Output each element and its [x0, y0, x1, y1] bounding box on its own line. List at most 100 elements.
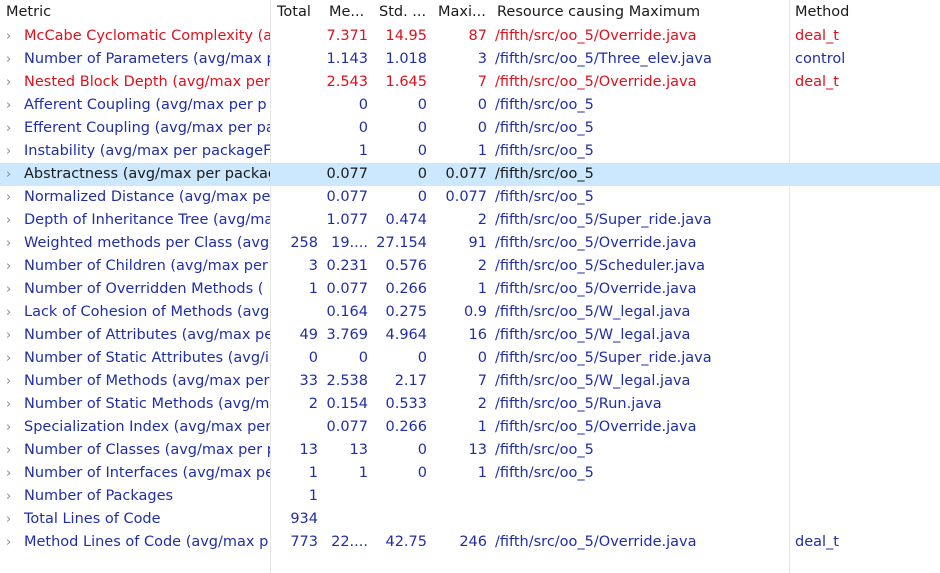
- column-header-total[interactable]: Total: [270, 0, 322, 25]
- mean-cell: 19....: [331, 235, 368, 251]
- table-row[interactable]: › Efferent Coupling (avg/max per pa 0 0 0/fi…: [0, 117, 940, 140]
- table-row[interactable]: › Instability (avg/max per packageFr 1 0 1/f…: [0, 140, 940, 163]
- chevron-right-icon[interactable]: ›: [6, 140, 24, 163]
- total-cell: 258: [290, 235, 318, 251]
- chevron-right-icon[interactable]: ›: [6, 416, 24, 439]
- chevron-right-icon[interactable]: ›: [6, 347, 24, 370]
- method-cell: [789, 140, 940, 163]
- chevron-right-icon[interactable]: ›: [6, 25, 24, 48]
- metrics-table: Metric Total Me... Std. ... Maxi... Reso…: [0, 0, 940, 573]
- chevron-right-icon[interactable]: ›: [6, 393, 24, 416]
- metric-label: Efferent Coupling (avg/max per pa: [24, 120, 270, 136]
- chevron-right-icon[interactable]: ›: [6, 485, 24, 508]
- column-header-maximum[interactable]: Maxi...: [431, 0, 491, 25]
- chevron-right-icon[interactable]: ›: [6, 439, 24, 462]
- mean-cell: 0: [358, 350, 368, 366]
- chevron-right-icon[interactable]: ›: [6, 163, 24, 186]
- mean-cell: [322, 485, 372, 508]
- chevron-right-icon[interactable]: ›: [6, 71, 24, 94]
- chevron-right-icon[interactable]: ›: [6, 255, 24, 278]
- mean-cell: 0.164: [326, 304, 368, 320]
- table-row[interactable]: › Number of Parameters (avg/max p 1.143 1.0…: [0, 48, 940, 71]
- resource-cell: /fifth/src/oo_5/Override.java: [495, 534, 697, 550]
- total-cell: 13: [299, 442, 318, 458]
- std-dev-cell: 4.964: [385, 327, 427, 343]
- std-dev-cell: 0: [417, 189, 427, 205]
- chevron-right-icon[interactable]: ›: [6, 186, 24, 209]
- metric-cell: › Weighted methods per Class (avg: [0, 232, 270, 255]
- maximum-cell: [431, 508, 491, 531]
- metric-cell: › Normalized Distance (avg/max pe: [0, 186, 270, 209]
- total-cell: [270, 163, 322, 186]
- table-row[interactable]: › Lack of Cohesion of Methods (avg 0.164 0.…: [0, 301, 940, 324]
- method-cell: [789, 186, 940, 209]
- mean-cell: 1.077: [326, 212, 368, 228]
- chevron-right-icon[interactable]: ›: [6, 117, 24, 140]
- column-header-method[interactable]: Method: [789, 0, 940, 25]
- chevron-right-icon[interactable]: ›: [6, 508, 24, 531]
- resource-cell: /fifth/src/oo_5/W_legal.java: [495, 304, 691, 320]
- mean-cell: 0.077: [326, 166, 368, 182]
- total-cell: 1: [308, 488, 318, 504]
- std-dev-cell: 1.018: [385, 51, 427, 67]
- total-cell: [270, 209, 322, 232]
- table-row[interactable]: › Number of Interfaces (avg/max pe 1 1 0 1/fi…: [0, 462, 940, 485]
- chevron-right-icon[interactable]: ›: [6, 531, 24, 554]
- method-cell: [789, 347, 940, 370]
- chevron-right-icon[interactable]: ›: [6, 48, 24, 71]
- mean-cell: 13: [349, 442, 368, 458]
- table-row[interactable]: › Specialization Index (avg/max per 0.077 0…: [0, 416, 940, 439]
- table-row[interactable]: › Number of Children (avg/max per 3 0.231 0.…: [0, 255, 940, 278]
- column-header-std-dev[interactable]: Std. ...: [372, 0, 431, 25]
- column-header-mean[interactable]: Me...: [322, 0, 372, 25]
- resource-cell: /fifth/src/oo_5/Override.java: [495, 419, 697, 435]
- method-cell: [789, 393, 940, 416]
- resource-cell: /fifth/src/oo_5: [495, 166, 594, 182]
- chevron-right-icon[interactable]: ›: [6, 370, 24, 393]
- column-header-resource[interactable]: Resource causing Maximum: [491, 0, 789, 25]
- resource-cell: /fifth/src/oo_5: [495, 143, 594, 159]
- std-dev-cell: 0: [417, 166, 427, 182]
- chevron-right-icon[interactable]: ›: [6, 94, 24, 117]
- mean-cell: 1: [358, 465, 368, 481]
- chevron-right-icon[interactable]: ›: [6, 301, 24, 324]
- table-row[interactable]: › Normalized Distance (avg/max pe 0.077 0 0.…: [0, 186, 940, 209]
- chevron-right-icon[interactable]: ›: [6, 278, 24, 301]
- std-dev-cell: 0.275: [385, 304, 427, 320]
- maximum-cell: 0: [477, 97, 487, 113]
- maximum-cell: 0.077: [445, 189, 487, 205]
- metric-cell: › Afferent Coupling (avg/max per p: [0, 94, 270, 117]
- table-row[interactable]: › McCabe Cyclomatic Complexity (a 7.371 14.…: [0, 25, 940, 48]
- maximum-cell: [431, 485, 491, 508]
- std-dev-cell: 27.154: [376, 235, 427, 251]
- std-dev-cell: 0.266: [385, 419, 427, 435]
- chevron-right-icon[interactable]: ›: [6, 324, 24, 347]
- mean-cell: 2.543: [326, 74, 368, 90]
- column-header-metric[interactable]: Metric: [0, 0, 270, 25]
- table-row[interactable]: › Number of Packages 1: [0, 485, 940, 508]
- table-row[interactable]: › Method Lines of Code (avg/max p 773 22...…: [0, 531, 940, 554]
- std-dev-cell: 14.95: [385, 28, 427, 44]
- table-row[interactable]: › Nested Block Depth (avg/max per 2.543 1.6…: [0, 71, 940, 94]
- table-row[interactable]: › Number of Static Attributes (avg/i 0 0 0 0 /…: [0, 347, 940, 370]
- table-row[interactable]: › Number of Attributes (avg/max pe 49 3.769…: [0, 324, 940, 347]
- resource-cell: /fifth/src/oo_5/Override.java: [495, 235, 697, 251]
- table-row[interactable]: › Total Lines of Code 934: [0, 508, 940, 531]
- chevron-right-icon[interactable]: ›: [6, 209, 24, 232]
- total-cell: 1: [308, 281, 318, 297]
- std-dev-cell: 0: [417, 350, 427, 366]
- method-cell: [789, 209, 940, 232]
- chevron-right-icon[interactable]: ›: [6, 462, 24, 485]
- table-row[interactable]: › Abstractness (avg/max per packag 0.077 0 0…: [0, 163, 940, 186]
- maximum-cell: 16: [468, 327, 487, 343]
- table-row[interactable]: › Number of Methods (avg/max per 33 2.538 2.…: [0, 370, 940, 393]
- table-row[interactable]: › Afferent Coupling (avg/max per p 0 0 0/fif…: [0, 94, 940, 117]
- table-row[interactable]: › Depth of Inheritance Tree (avg/ma 1.077 0…: [0, 209, 940, 232]
- chevron-right-icon[interactable]: ›: [6, 232, 24, 255]
- mean-cell: 0.077: [326, 419, 368, 435]
- table-row[interactable]: › Number of Classes (avg/max per p 13 13 0 13…: [0, 439, 940, 462]
- table-row[interactable]: › Number of Static Methods (avg/m 2 0.154 0.…: [0, 393, 940, 416]
- table-row[interactable]: › Weighted methods per Class (avg 258 19...…: [0, 232, 940, 255]
- table-row[interactable]: › Number of Overridden Methods (1 0.077 0.2…: [0, 278, 940, 301]
- metric-cell: › Lack of Cohesion of Methods (avg: [0, 301, 270, 324]
